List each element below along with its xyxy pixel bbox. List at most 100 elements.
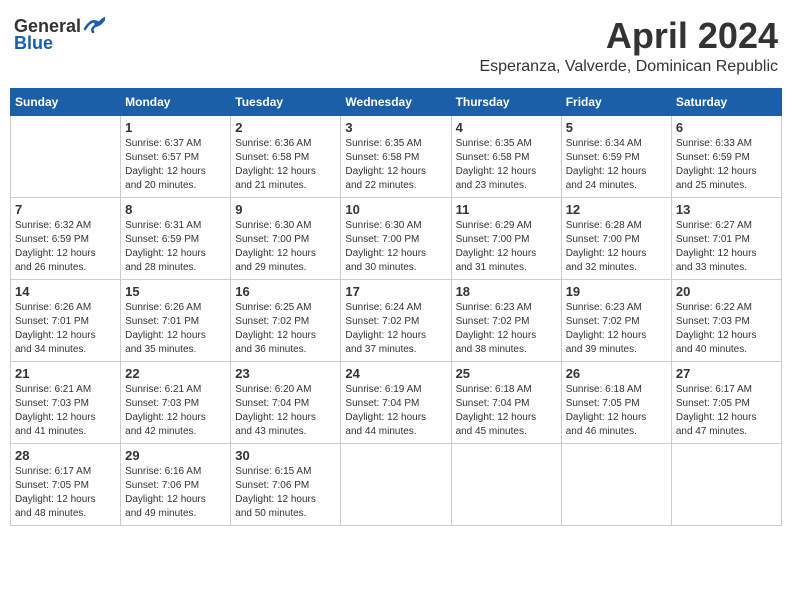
day-info: Sunrise: 6:26 AM Sunset: 7:01 PM Dayligh… bbox=[125, 301, 226, 357]
calendar-cell: 5 Sunrise: 6:34 AM Sunset: 6:59 PM Daylig… bbox=[561, 115, 671, 197]
day-number: 8 bbox=[125, 202, 226, 217]
header-friday: Friday bbox=[561, 88, 671, 115]
calendar-cell: 9 Sunrise: 6:30 AM Sunset: 7:00 PM Daylig… bbox=[231, 197, 341, 279]
weekday-header-row: Sunday Monday Tuesday Wednesday Thursday… bbox=[11, 88, 782, 115]
day-info: Sunrise: 6:24 AM Sunset: 7:02 PM Dayligh… bbox=[345, 301, 446, 357]
header-wednesday: Wednesday bbox=[341, 88, 451, 115]
day-number: 28 bbox=[15, 448, 116, 463]
calendar-cell: 28 Sunrise: 6:17 AM Sunset: 7:05 PM Dayli… bbox=[11, 443, 121, 525]
logo: General Blue bbox=[14, 16, 105, 54]
calendar-cell bbox=[671, 443, 781, 525]
day-number: 27 bbox=[676, 366, 777, 381]
day-number: 23 bbox=[235, 366, 336, 381]
calendar-cell: 30Sunrise: 6:15 AM Sunset: 7:06 PM Dayli… bbox=[231, 443, 341, 525]
day-number: 5 bbox=[566, 120, 667, 135]
calendar-cell: 29 Sunrise: 6:16 AM Sunset: 7:06 PM Dayli… bbox=[121, 443, 231, 525]
calendar-table: Sunday Monday Tuesday Wednesday Thursday… bbox=[10, 88, 782, 526]
calendar-cell: 20 Sunrise: 6:22 AM Sunset: 7:03 PM Dayli… bbox=[671, 279, 781, 361]
week-row-3: 14 Sunrise: 6:26 AM Sunset: 7:01 PM Dayli… bbox=[11, 279, 782, 361]
day-info: Sunrise: 6:18 AM Sunset: 7:05 PM Dayligh… bbox=[566, 383, 667, 439]
day-number: 12 bbox=[566, 202, 667, 217]
calendar-cell: 15 Sunrise: 6:26 AM Sunset: 7:01 PM Dayli… bbox=[121, 279, 231, 361]
day-number: 10 bbox=[345, 202, 446, 217]
calendar-cell: 26 Sunrise: 6:18 AM Sunset: 7:05 PM Dayli… bbox=[561, 361, 671, 443]
calendar-cell: 13 Sunrise: 6:27 AM Sunset: 7:01 PM Dayli… bbox=[671, 197, 781, 279]
calendar-cell: 7Sunrise: 6:32 AM Sunset: 6:59 PM Daylig… bbox=[11, 197, 121, 279]
day-info: Sunrise: 6:20 AM Sunset: 7:04 PM Dayligh… bbox=[235, 383, 336, 439]
calendar-cell: 1 Sunrise: 6:37 AM Sunset: 6:57 PM Daylig… bbox=[121, 115, 231, 197]
day-number: 1 bbox=[125, 120, 226, 135]
day-info: Sunrise: 6:30 AM Sunset: 7:00 PM Dayligh… bbox=[345, 219, 446, 275]
calendar-cell: 22 Sunrise: 6:21 AM Sunset: 7:03 PM Dayli… bbox=[121, 361, 231, 443]
day-info: Sunrise: 6:21 AM Sunset: 7:03 PM Dayligh… bbox=[125, 383, 226, 439]
calendar-cell bbox=[561, 443, 671, 525]
day-info: Sunrise: 6:27 AM Sunset: 7:01 PM Dayligh… bbox=[676, 219, 777, 275]
day-info: Sunrise: 6:37 AM Sunset: 6:57 PM Dayligh… bbox=[125, 137, 226, 193]
day-info: Sunrise: 6:22 AM Sunset: 7:03 PM Dayligh… bbox=[676, 301, 777, 357]
day-number: 11 bbox=[456, 202, 557, 217]
calendar-cell: 25Sunrise: 6:18 AM Sunset: 7:04 PM Dayli… bbox=[451, 361, 561, 443]
calendar-cell: 8 Sunrise: 6:31 AM Sunset: 6:59 PM Daylig… bbox=[121, 197, 231, 279]
day-number: 22 bbox=[125, 366, 226, 381]
day-number: 29 bbox=[125, 448, 226, 463]
day-info: Sunrise: 6:19 AM Sunset: 7:04 PM Dayligh… bbox=[345, 383, 446, 439]
day-info: Sunrise: 6:15 AM Sunset: 7:06 PM Dayligh… bbox=[235, 465, 336, 521]
calendar-cell: 16Sunrise: 6:25 AM Sunset: 7:02 PM Dayli… bbox=[231, 279, 341, 361]
day-number: 15 bbox=[125, 284, 226, 299]
calendar-subtitle: Esperanza, Valverde, Dominican Republic bbox=[479, 58, 778, 76]
calendar-cell: 12Sunrise: 6:28 AM Sunset: 7:00 PM Dayli… bbox=[561, 197, 671, 279]
day-number: 26 bbox=[566, 366, 667, 381]
header-sunday: Sunday bbox=[11, 88, 121, 115]
day-number: 4 bbox=[456, 120, 557, 135]
day-number: 14 bbox=[15, 284, 116, 299]
calendar-cell bbox=[341, 443, 451, 525]
day-info: Sunrise: 6:29 AM Sunset: 7:00 PM Dayligh… bbox=[456, 219, 557, 275]
day-number: 13 bbox=[676, 202, 777, 217]
calendar-cell: 21Sunrise: 6:21 AM Sunset: 7:03 PM Dayli… bbox=[11, 361, 121, 443]
day-number: 17 bbox=[345, 284, 446, 299]
day-number: 7 bbox=[15, 202, 116, 217]
week-row-2: 7Sunrise: 6:32 AM Sunset: 6:59 PM Daylig… bbox=[11, 197, 782, 279]
calendar-cell: 23 Sunrise: 6:20 AM Sunset: 7:04 PM Dayli… bbox=[231, 361, 341, 443]
header: General Blue April 2024 Esperanza, Valve… bbox=[10, 10, 782, 82]
day-number: 21 bbox=[15, 366, 116, 381]
calendar-cell: 18Sunrise: 6:23 AM Sunset: 7:02 PM Dayli… bbox=[451, 279, 561, 361]
day-info: Sunrise: 6:17 AM Sunset: 7:05 PM Dayligh… bbox=[676, 383, 777, 439]
day-info: Sunrise: 6:30 AM Sunset: 7:00 PM Dayligh… bbox=[235, 219, 336, 275]
calendar-cell bbox=[451, 443, 561, 525]
logo-blue: Blue bbox=[14, 33, 53, 54]
week-row-5: 28 Sunrise: 6:17 AM Sunset: 7:05 PM Dayli… bbox=[11, 443, 782, 525]
day-info: Sunrise: 6:31 AM Sunset: 6:59 PM Dayligh… bbox=[125, 219, 226, 275]
day-info: Sunrise: 6:26 AM Sunset: 7:01 PM Dayligh… bbox=[15, 301, 116, 357]
day-info: Sunrise: 6:18 AM Sunset: 7:04 PM Dayligh… bbox=[456, 383, 557, 439]
day-number: 9 bbox=[235, 202, 336, 217]
day-info: Sunrise: 6:33 AM Sunset: 6:59 PM Dayligh… bbox=[676, 137, 777, 193]
day-number: 20 bbox=[676, 284, 777, 299]
calendar-cell: 10 Sunrise: 6:30 AM Sunset: 7:00 PM Dayli… bbox=[341, 197, 451, 279]
calendar-cell: 3 Sunrise: 6:35 AM Sunset: 6:58 PM Daylig… bbox=[341, 115, 451, 197]
header-tuesday: Tuesday bbox=[231, 88, 341, 115]
calendar-title: April 2024 bbox=[479, 16, 778, 56]
title-section: April 2024 Esperanza, Valverde, Dominica… bbox=[479, 16, 778, 76]
calendar-cell bbox=[11, 115, 121, 197]
day-info: Sunrise: 6:34 AM Sunset: 6:59 PM Dayligh… bbox=[566, 137, 667, 193]
calendar-cell: 2Sunrise: 6:36 AM Sunset: 6:58 PM Daylig… bbox=[231, 115, 341, 197]
calendar-cell: 27 Sunrise: 6:17 AM Sunset: 7:05 PM Dayli… bbox=[671, 361, 781, 443]
calendar-cell: 11 Sunrise: 6:29 AM Sunset: 7:00 PM Dayli… bbox=[451, 197, 561, 279]
calendar-cell: 19Sunrise: 6:23 AM Sunset: 7:02 PM Dayli… bbox=[561, 279, 671, 361]
header-saturday: Saturday bbox=[671, 88, 781, 115]
day-number: 3 bbox=[345, 120, 446, 135]
day-number: 6 bbox=[676, 120, 777, 135]
day-info: Sunrise: 6:17 AM Sunset: 7:05 PM Dayligh… bbox=[15, 465, 116, 521]
day-info: Sunrise: 6:23 AM Sunset: 7:02 PM Dayligh… bbox=[456, 301, 557, 357]
calendar-cell: 6 Sunrise: 6:33 AM Sunset: 6:59 PM Daylig… bbox=[671, 115, 781, 197]
header-monday: Monday bbox=[121, 88, 231, 115]
day-number: 2 bbox=[235, 120, 336, 135]
day-info: Sunrise: 6:16 AM Sunset: 7:06 PM Dayligh… bbox=[125, 465, 226, 521]
week-row-1: 1 Sunrise: 6:37 AM Sunset: 6:57 PM Daylig… bbox=[11, 115, 782, 197]
day-info: Sunrise: 6:35 AM Sunset: 6:58 PM Dayligh… bbox=[345, 137, 446, 193]
calendar-cell: 17 Sunrise: 6:24 AM Sunset: 7:02 PM Dayli… bbox=[341, 279, 451, 361]
logo-bird-icon bbox=[83, 17, 105, 33]
day-info: Sunrise: 6:25 AM Sunset: 7:02 PM Dayligh… bbox=[235, 301, 336, 357]
day-info: Sunrise: 6:35 AM Sunset: 6:58 PM Dayligh… bbox=[456, 137, 557, 193]
